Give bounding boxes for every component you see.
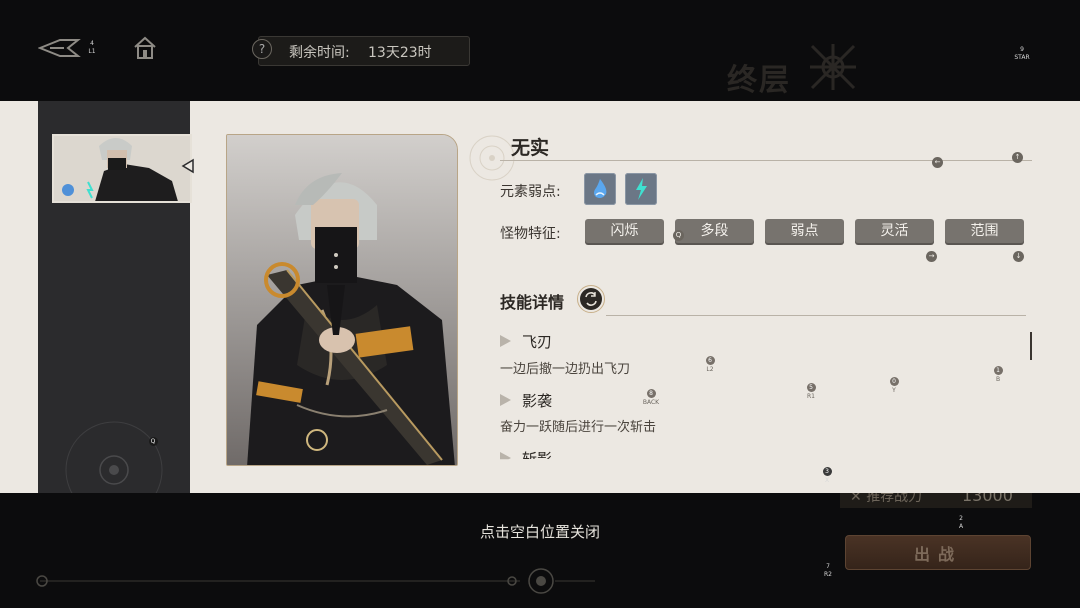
r2-hint-label: R2 [824,571,832,578]
l1-hint: 4 L1 [86,40,98,56]
x-hint: 3 X [820,467,834,484]
monster-thumbnail-selected[interactable] [52,134,192,203]
l1-hint-label: L1 [88,48,96,55]
close-hint[interactable]: 点击空白位置关闭 [0,521,1080,542]
skill-name: 影袭 [522,392,553,410]
y-hint: 0 Y [887,377,901,394]
skills-toggle-icon[interactable] [576,284,606,314]
help-icon[interactable]: ? [252,39,272,59]
floor-emblem-icon [810,44,856,90]
trait-tag: 灵活 [855,219,934,243]
back-hint: 8 BACK [639,389,663,406]
y-hint-label: Y [892,387,896,394]
y-hint-key: 0 [889,377,899,386]
skill-desc: 一边后撤一边扔出飞刀 [500,362,631,377]
r2-hint: 7 R2 [821,563,835,579]
top-bar [0,0,1080,101]
trait-tag: 闪烁 [585,219,664,243]
skills-scrollbar[interactable] [1030,332,1032,360]
monster-name: 无实 [511,137,550,159]
down-arrow-hint-icon[interactable]: ↓ [1013,251,1024,262]
monster-portrait [226,134,458,466]
trait-tag: 范围 [945,219,1024,243]
bottom-ornament [36,568,595,594]
star-hint-key: 9 [1020,46,1024,53]
left-arrow-hint-icon[interactable]: ← [932,157,943,168]
timer-label: 剩余时间: [289,45,350,61]
skill-bullet-icon [500,335,511,347]
back-arrow-icon[interactable] [38,36,82,60]
fight-button-label: 出战 [913,545,962,564]
skill-desc: 奋力一跃随后进行一次斩击 [500,420,657,435]
name-divider [500,160,1032,161]
l1-hint-key: 4 [90,40,94,47]
monster-thumbnail-art [54,136,190,201]
x-hint-key: 3 [822,467,832,476]
floor-title: 终层 [727,63,791,98]
l2-hint-label: L2 [706,366,714,373]
skill-name: 飞刃 [522,333,553,351]
trait-tag: 多段 [675,219,754,243]
l2-hint: 6 L2 [703,356,717,373]
skill-bullet-icon [500,394,511,406]
right-arrow-hint-icon[interactable]: → [926,251,937,262]
star-hint: 9 STAR [1014,46,1030,62]
up-arrow-hint-icon[interactable]: ↑ [1012,152,1023,163]
b-hint-key: 1 [993,366,1003,375]
a-hint-label: A [958,523,964,530]
home-icon[interactable] [132,35,158,61]
lightning-element-icon[interactable] [625,173,657,205]
trait-hint-icon: Q [673,230,684,241]
r2-hint-key: 7 [826,563,830,570]
skill-name: 斩影 [522,450,553,459]
skills-divider [606,315,1026,316]
back-hint-label: BACK [642,399,660,406]
x-hint-label: X [824,477,830,484]
b-hint: 1 B [991,366,1005,383]
r1-hint-key: 5 [806,383,816,392]
r1-hint-label: R1 [807,393,815,400]
timer-value: 13天23时 [368,45,432,61]
trait-tag: 弱点 [765,219,844,243]
traits-label: 怪物特征: [500,226,561,242]
b-hint-label: B [995,376,1001,383]
r1-hint: 5 R1 [804,383,818,400]
star-hint-label: STAR [1014,54,1030,61]
water-element-icon[interactable] [584,173,616,205]
a-hint: 2 A [955,515,967,531]
skills-title: 技能详情 [500,293,565,312]
sidebar-ornament [65,421,163,493]
sidebar-hint: Q [148,437,158,446]
l2-hint-key: 6 [705,356,715,365]
selected-arrow-icon [181,158,194,174]
a-hint-key: 2 [959,515,963,522]
weakness-label: 元素弱点: [500,184,561,200]
back-hint-key: 8 [646,389,656,398]
monster-portrait-art [227,135,457,465]
